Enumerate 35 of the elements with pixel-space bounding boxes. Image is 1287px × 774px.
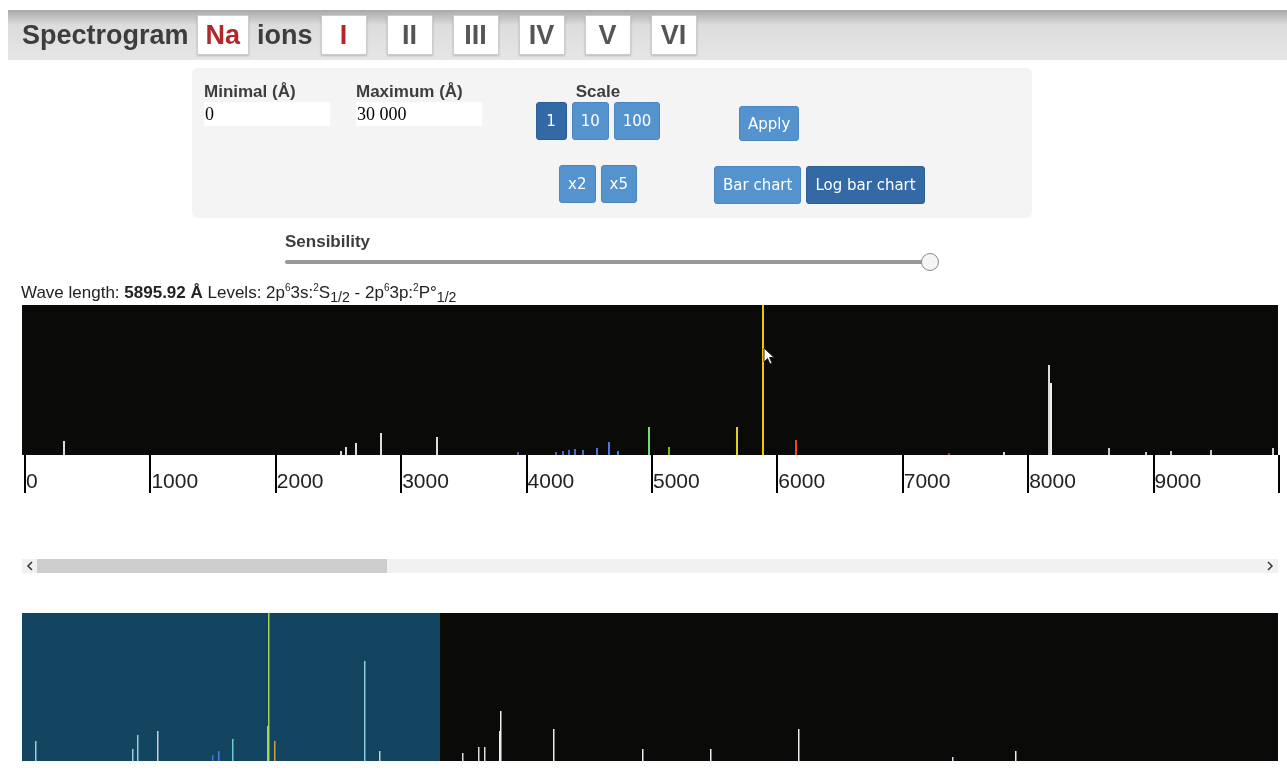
- axis-label: 7000: [903, 469, 951, 492]
- scrollbar[interactable]: [22, 559, 1278, 573]
- axis-label: 0: [26, 469, 38, 492]
- ion-tab[interactable]: I: [320, 15, 367, 55]
- axis-label: 4000: [527, 469, 575, 492]
- axis-label: 6000: [778, 469, 826, 492]
- axis-label: 5000: [652, 469, 700, 492]
- page-title: Spectrogram: [22, 19, 189, 51]
- ion-tab[interactable]: II: [386, 15, 433, 55]
- axis-label: 9000: [1154, 469, 1202, 492]
- scale-button[interactable]: 1: [535, 102, 567, 140]
- scrollbar-thumb[interactable]: [37, 559, 387, 573]
- chart-type-button[interactable]: Log bar chart: [806, 166, 925, 204]
- scale-label: Scale: [575, 82, 621, 102]
- wave-info-text: Wave length: 5895.92 Å Levels: 2p$^{6}$3s:$^{2}$S$_{1/2}$ - 2p$^{6}$3p:$^{2}$P°$_{1/2}$: [21, 282, 458, 302]
- ion-tab[interactable]: III: [452, 15, 499, 55]
- axis-label: 1000: [151, 469, 199, 492]
- ion-tab[interactable]: V: [584, 15, 631, 55]
- slider-thumb[interactable]: [921, 253, 939, 271]
- scroll-right-icon[interactable]: [1266, 561, 1274, 571]
- element-symbol[interactable]: Na: [196, 15, 250, 55]
- ion-tab[interactable]: VI: [650, 15, 697, 55]
- axis-label: 3000: [402, 469, 449, 492]
- ion-tab[interactable]: IV: [518, 15, 565, 55]
- scroll-left-icon[interactable]: [26, 561, 34, 571]
- input-field[interactable]: 30 000: [356, 102, 482, 126]
- input-field[interactable]: 0: [204, 102, 330, 126]
- field-label: Maximum (Å): [356, 82, 464, 102]
- field-label: Minimal (Å): [204, 82, 297, 102]
- pointer-icon: [763, 347, 775, 365]
- axis-label: 8000: [1029, 469, 1076, 492]
- overview-drawing[interactable]: [22, 613, 1278, 761]
- sensibility-label: Sensibility: [285, 232, 372, 252]
- axis-label: 2000: [276, 469, 324, 492]
- ions-label: ions: [257, 19, 313, 51]
